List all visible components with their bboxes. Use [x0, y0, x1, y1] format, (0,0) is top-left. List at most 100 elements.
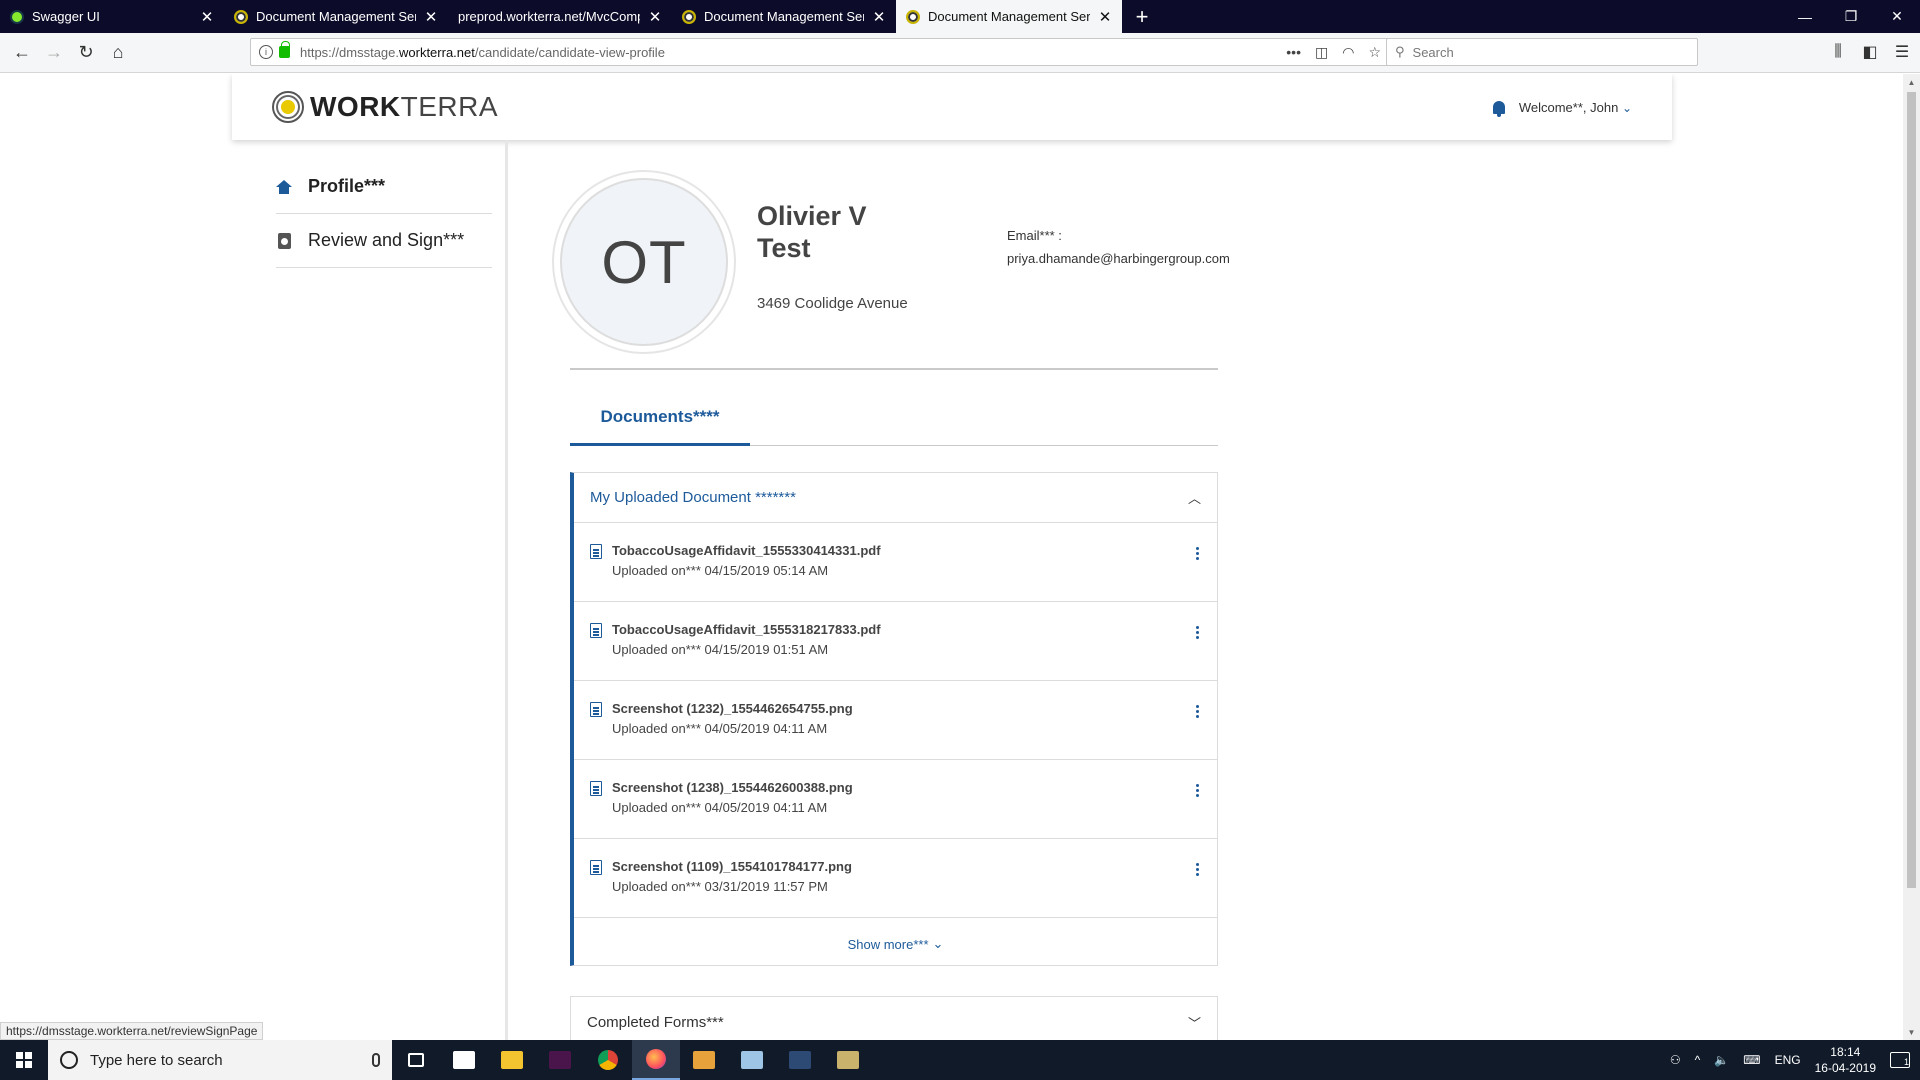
document-info: Screenshot (1109)_1554101784177.png Uplo… [612, 859, 1191, 894]
clock-date: 16-04-2019 [1814, 1061, 1876, 1075]
reader-icon[interactable]: ◠ [1342, 44, 1354, 61]
show-more-button[interactable]: Show more*** ⌄ [574, 918, 1217, 970]
database-tool-icon[interactable] [824, 1040, 872, 1080]
info-icon[interactable]: i [259, 45, 273, 59]
url-bar[interactable]: i https://dmsstage.workterra.net/candida… [250, 38, 1390, 66]
notepad-icon[interactable] [728, 1040, 776, 1080]
chrome-icon[interactable] [584, 1040, 632, 1080]
list-item[interactable]: Screenshot (1238)_1554462600388.png Uplo… [574, 760, 1217, 839]
reload-icon[interactable]: ↻ [70, 37, 102, 69]
new-tab-button[interactable]: + [1122, 0, 1162, 33]
workterra-favicon-icon [682, 9, 696, 24]
uploaded-documents-panel: My Uploaded Document ******* ︿ TobaccoUs… [570, 472, 1218, 966]
close-icon[interactable]: ✕ [872, 8, 886, 26]
document-icon [590, 702, 602, 717]
workterra-logo[interactable]: WORKTERRA [310, 91, 498, 123]
document-name[interactable]: TobaccoUsageAffidavit_1555330414331.pdf [612, 543, 1191, 558]
close-window-icon[interactable]: ✕ [1874, 0, 1920, 33]
chevron-up-icon[interactable]: ︿ [1188, 488, 1201, 507]
scrollbar-thumb[interactable] [1907, 92, 1916, 888]
page-actions-icon[interactable]: ••• [1286, 44, 1301, 60]
lock-icon[interactable] [279, 41, 290, 58]
close-icon[interactable]: ✕ [200, 8, 214, 26]
url-text[interactable]: https://dmsstage.workterra.net/candidate… [300, 45, 1286, 60]
close-icon[interactable]: ✕ [648, 8, 662, 26]
sidebar-item-profile[interactable]: Profile*** [276, 160, 492, 214]
sidebar: Profile*** Review and Sign*** [232, 140, 508, 1040]
browser-tab-dms-active[interactable]: Document Management Servic ✕ [896, 0, 1122, 33]
minimize-icon[interactable]: — [1782, 0, 1828, 33]
browser-tab-dms-2[interactable]: Document Management Servic ✕ [672, 0, 896, 33]
list-item[interactable]: Screenshot (1109)_1554101784177.png Uplo… [574, 839, 1217, 918]
browser-search-input[interactable]: ⚲ Search [1386, 38, 1698, 66]
windows-taskbar: Type here to search ⚇ ^ 🔈 ⌨ ENG 18:14 16… [0, 1040, 1920, 1080]
uploaded-documents-title: My Uploaded Document ******* [590, 489, 796, 506]
page-scrollbar[interactable]: ▲ ▼ [1903, 74, 1920, 1040]
list-item[interactable]: TobaccoUsageAffidavit_1555318217833.pdf … [574, 602, 1217, 681]
back-arrow-icon[interactable]: ← [6, 37, 38, 69]
microphone-icon[interactable] [372, 1053, 380, 1067]
completed-forms-header[interactable]: Completed Forms*** ﹀ [571, 997, 1217, 1040]
firefox-icon[interactable] [632, 1040, 680, 1080]
more-options-icon[interactable] [1191, 784, 1203, 797]
browser-toolbar-right: ⫼ ◧ ☰ [1828, 37, 1912, 67]
more-options-icon[interactable] [1191, 547, 1203, 560]
more-options-icon[interactable] [1191, 863, 1203, 876]
chevron-down-icon[interactable]: ﹀ [1188, 1013, 1201, 1032]
list-item[interactable]: TobaccoUsageAffidavit_1555330414331.pdf … [574, 523, 1217, 602]
sidebar-item-review-and-sign[interactable]: Review and Sign*** [276, 214, 492, 268]
bell-icon[interactable] [1492, 100, 1505, 117]
document-icon [590, 860, 602, 875]
media-player-icon[interactable] [680, 1040, 728, 1080]
more-options-icon[interactable] [1191, 705, 1203, 718]
scroll-up-icon[interactable]: ▲ [1903, 74, 1920, 90]
file-explorer-icon[interactable] [488, 1040, 536, 1080]
forward-arrow-icon[interactable]: → [38, 37, 70, 69]
taskbar-search-input[interactable]: Type here to search [48, 1040, 392, 1080]
restore-icon[interactable]: ❐ [1828, 0, 1874, 33]
keyboard-icon[interactable]: ⌨ [1743, 1053, 1760, 1067]
task-view-icon[interactable] [392, 1040, 440, 1080]
notification-icon[interactable]: 1 [1890, 1052, 1910, 1068]
clock-time: 18:14 [1830, 1045, 1861, 1059]
more-options-icon[interactable] [1191, 626, 1203, 639]
workterra-favicon-icon [234, 9, 248, 24]
document-info: TobaccoUsageAffidavit_1555318217833.pdf … [612, 622, 1191, 657]
uploaded-documents-header[interactable]: My Uploaded Document ******* ︿ [574, 473, 1217, 523]
people-icon[interactable]: ⚇ [1670, 1053, 1681, 1067]
scroll-down-icon[interactable]: ▼ [1903, 1024, 1920, 1040]
tab-documents[interactable]: Documents**** [570, 390, 750, 446]
home-icon [276, 179, 292, 195]
clock[interactable]: 18:14 16-04-2019 [1815, 1044, 1876, 1076]
close-icon[interactable]: ✕ [1098, 8, 1112, 26]
language-indicator[interactable]: ENG [1775, 1053, 1801, 1067]
document-name[interactable]: Screenshot (1238)_1554462600388.png [612, 780, 1191, 795]
document-name[interactable]: Screenshot (1232)_1554462654755.png [612, 701, 1191, 716]
sidebar-item-label: Profile*** [308, 176, 386, 196]
bookmark-star-icon[interactable]: ☆ [1368, 44, 1381, 61]
visual-studio-icon[interactable] [776, 1040, 824, 1080]
mail-icon[interactable] [440, 1040, 488, 1080]
tab-title: preprod.workterra.net/MvcCompA [458, 9, 640, 24]
chevron-up-icon[interactable]: ^ [1695, 1053, 1701, 1067]
sidebar-toggle-icon[interactable]: ◧ [1860, 37, 1880, 67]
document-name[interactable]: Screenshot (1109)_1554101784177.png [612, 859, 1191, 874]
document-upload-date: Uploaded on*** 04/15/2019 05:14 AM [612, 563, 829, 578]
document-name[interactable]: TobaccoUsageAffidavit_1555318217833.pdf [612, 622, 1191, 637]
slack-icon[interactable] [536, 1040, 584, 1080]
browser-tab-preprod[interactable]: preprod.workterra.net/MvcCompA ✕ [448, 0, 672, 33]
browser-tab-dms-1[interactable]: Document Management Servic ✕ [224, 0, 448, 33]
list-item[interactable]: Screenshot (1232)_1554462654755.png Uplo… [574, 681, 1217, 760]
start-button[interactable] [0, 1040, 48, 1080]
browser-nav-bar: ← → ↻ ⌂ i https://dmsstage.workterra.net… [0, 33, 1920, 73]
home-icon[interactable]: ⌂ [102, 37, 134, 69]
volume-icon[interactable]: 🔈 [1714, 1053, 1729, 1067]
browser-tab-swagger[interactable]: Swagger UI ✕ [0, 0, 224, 33]
windows-logo-icon [16, 1052, 32, 1068]
tab-title: Document Management Servic [256, 9, 416, 24]
close-icon[interactable]: ✕ [424, 8, 438, 26]
menu-icon[interactable]: ☰ [1892, 37, 1912, 67]
user-menu[interactable]: Welcome**, John ⌄ [1519, 100, 1632, 115]
library-icon[interactable]: ⫼ [1828, 37, 1848, 67]
pocket-icon[interactable]: ◫ [1315, 44, 1328, 61]
